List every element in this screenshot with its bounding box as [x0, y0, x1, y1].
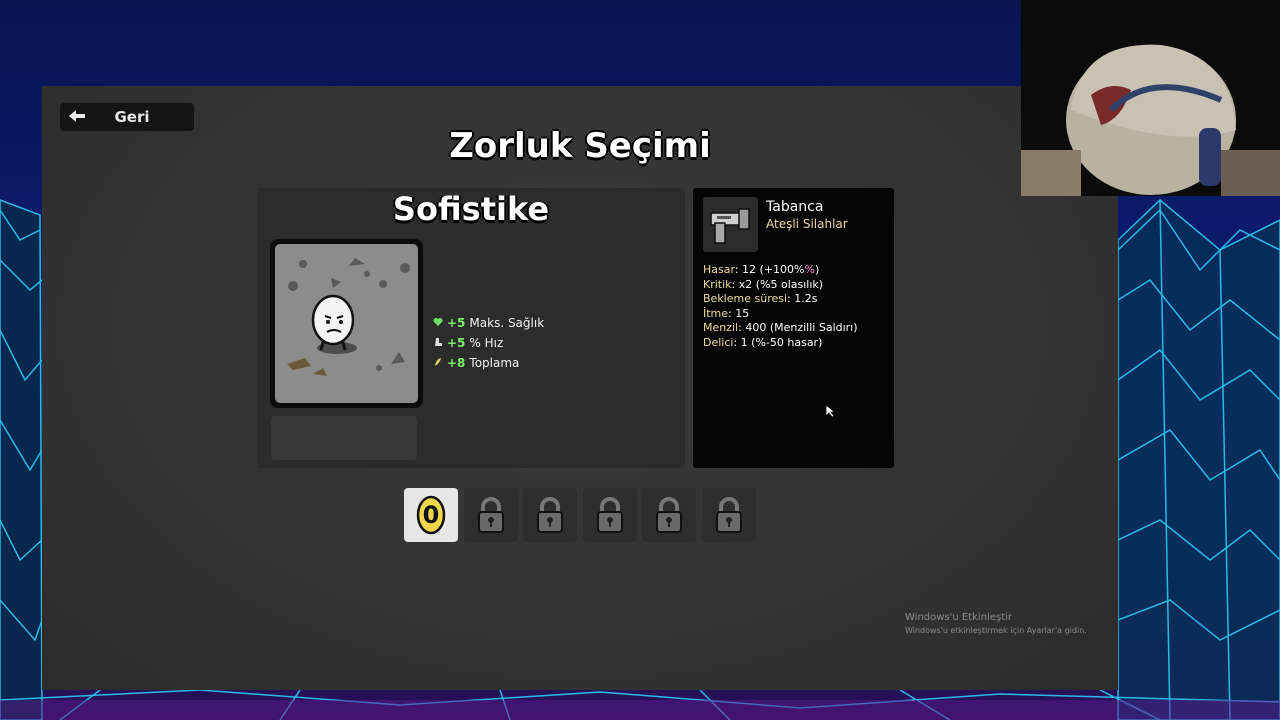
difficulty-zero-icon: 0	[416, 495, 446, 535]
weapon-card: Tabanca Ateşli Silahlar Hasar: 12 (+100%…	[693, 188, 894, 468]
stat-key: Menzil	[703, 321, 739, 335]
weapon-stat-pierce: Delici: 1 (%-50 hasar)	[703, 335, 823, 349]
streamer-webcam-image	[1021, 0, 1280, 196]
stat-value-close: )	[814, 263, 820, 276]
difficulty-slot-0[interactable]: 0	[404, 488, 458, 542]
lock-icon	[537, 497, 563, 533]
stat-value: 12 (+100%	[742, 263, 805, 276]
stat-key: Delici	[703, 335, 734, 349]
stat-value: 1 (%-50 hasar)	[740, 335, 823, 349]
stat-value: +5	[447, 316, 466, 330]
difficulty-slot-locked[interactable]	[582, 488, 637, 542]
weapon-stat-damage: Hasar: 12 (+100%%)	[703, 263, 820, 276]
back-button-label: Geri	[114, 108, 150, 126]
weapon-stat-crit: Kritik: x2 (%5 olasılık)	[703, 277, 824, 291]
damage-percent-symbol: %	[804, 263, 815, 276]
pistol-icon	[703, 197, 758, 252]
difficulty-slot-locked[interactable]	[523, 488, 577, 542]
game-window: Geri Zorluk Seçimi Sofistike +5 Maks. Sa…	[42, 86, 1118, 690]
pickup-icon	[433, 357, 447, 370]
portrait-caption-box	[271, 416, 417, 460]
lock-icon	[656, 497, 682, 533]
difficulty-card: Sofistike +5 Maks. Sağlık +5 % Hız +8 To…	[257, 188, 685, 468]
weapon-name: Tabanca	[766, 199, 824, 215]
stat-key: İtme	[703, 306, 729, 320]
stat-value: x2 (%5 olasılık)	[738, 277, 824, 291]
stat-row-speed: +5 % Hız	[433, 333, 544, 353]
weapon-stat-knockback: İtme: 15	[703, 306, 750, 320]
potato-character-illustration	[287, 258, 410, 376]
stat-value: 15	[735, 306, 750, 320]
difficulty-slot-bar: 0	[404, 488, 761, 542]
difficulty-slot-locked[interactable]	[701, 488, 756, 542]
heart-icon	[433, 317, 447, 330]
webcam-overlay	[1021, 0, 1280, 196]
stat-row-max-health: +5 Maks. Sağlık	[433, 313, 544, 333]
stat-label: % Hız	[469, 336, 504, 350]
stat-row-pickup: +8 Toplama	[433, 353, 544, 373]
page-title: Zorluk Seçimi	[449, 126, 711, 166]
stat-key: Hasar	[703, 263, 735, 276]
slot-glyph: 0	[423, 501, 440, 529]
difficulty-stats: +5 Maks. Sağlık +5 % Hız +8 Toplama	[433, 313, 544, 373]
windows-activation-subtitle: Windows'u etkinleştirmek için Ayarlar'a …	[905, 626, 1087, 635]
windows-activation-title: Windows'u Etkinleştir	[905, 612, 1013, 623]
arrow-left-icon	[60, 108, 94, 126]
boot-icon	[433, 337, 447, 350]
stat-label: Toplama	[469, 356, 520, 370]
stat-key: Kritik	[703, 277, 732, 291]
stat-value: 1.2s	[794, 292, 818, 306]
difficulty-slot-locked[interactable]	[463, 488, 518, 542]
stat-value: +8	[447, 356, 466, 370]
stat-label: Maks. Sağlık	[469, 316, 545, 330]
lock-icon	[477, 497, 504, 533]
mouse-cursor-icon	[825, 403, 837, 422]
difficulty-slot-locked[interactable]	[642, 488, 696, 542]
stat-key: Bekleme süresi	[703, 292, 788, 306]
lock-icon	[715, 497, 742, 533]
stat-value: 400 (Menzilli Saldırı)	[745, 321, 858, 335]
weapon-stat-range: Menzil: 400 (Menzilli Saldırı)	[703, 321, 858, 335]
weapon-stat-cooldown: Bekleme süresi: 1.2s	[703, 292, 818, 306]
character-portrait	[270, 239, 423, 408]
stat-value: +5	[447, 336, 466, 350]
difficulty-name: Sofistike	[392, 190, 550, 228]
weapon-stats: Hasar: 12 (+100%%) Kritik: x2 (%5 olasıl…	[703, 263, 858, 351]
lock-icon	[596, 497, 623, 533]
weapon-class: Ateşli Silahlar	[766, 217, 848, 231]
